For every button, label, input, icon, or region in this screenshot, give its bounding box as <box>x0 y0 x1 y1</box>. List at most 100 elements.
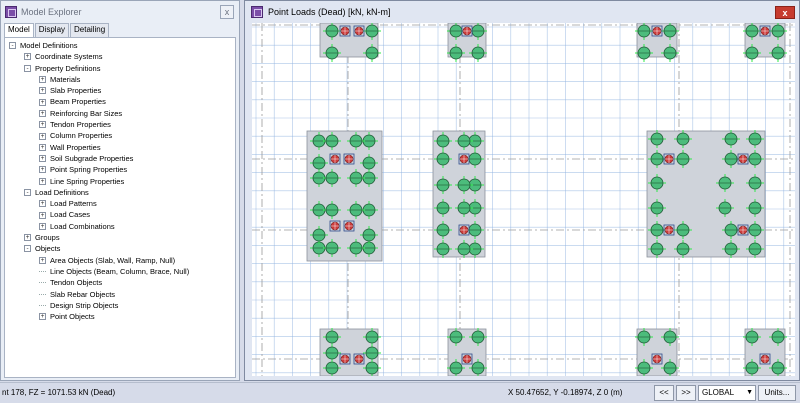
expand-icon[interactable]: + <box>24 53 31 61</box>
tree-node[interactable]: Slab Rebar Objects <box>5 289 235 300</box>
tree-node-label: Design Strip Objects <box>50 300 119 310</box>
expand-icon[interactable]: + <box>39 200 46 208</box>
viewer-titlebar[interactable]: Point Loads (Dead) [kN, kN-m] x <box>245 1 799 23</box>
expand-icon[interactable]: + <box>39 87 46 95</box>
tree-node-label: Coordinate Systems <box>35 52 103 62</box>
tree-node[interactable]: - Model Definitions <box>5 40 235 51</box>
explorer-titlebar[interactable]: Model Explorer x <box>1 1 239 23</box>
tree-node-label: Line Spring Properties <box>50 176 125 186</box>
tree-node[interactable]: + Coordinate Systems <box>5 51 235 62</box>
tree-node[interactable]: + Area Objects (Slab, Wall, Ramp, Null) <box>5 255 235 266</box>
coord-system-value: GLOBAL <box>702 388 735 397</box>
expand-icon[interactable]: + <box>39 132 46 140</box>
status-selection-text: nt 178, FZ = 1071.53 kN (Dead) <box>2 388 116 397</box>
tree-node[interactable]: + Beam Properties <box>5 96 235 107</box>
tree-node-label: Tendon Properties <box>50 120 111 130</box>
tree-node[interactable]: + Load Combinations <box>5 221 235 232</box>
tree-node-label: Tendon Objects <box>50 278 103 288</box>
coord-system-select[interactable]: GLOBAL ▼ <box>698 385 756 401</box>
plan-view-canvas[interactable] <box>252 23 795 376</box>
tree-node-label: Reinforcing Bar Sizes <box>50 108 123 118</box>
cursor-coordinates: X 50.47652, Y -0.18974, Z 0 (m) <box>508 388 623 397</box>
tree-node[interactable]: + Column Properties <box>5 130 235 141</box>
model-explorer-panel: Model Explorer x Model Display Detailing… <box>0 0 240 381</box>
tree-node-label: Slab Properties <box>50 86 102 96</box>
tree-node[interactable]: - Property Definitions <box>5 63 235 74</box>
tree-node-label: Point Spring Properties <box>50 165 128 175</box>
tree-node-label: Slab Rebar Objects <box>50 289 116 299</box>
model-tree: - Model Definitions + Coordinate Systems - Pr… <box>4 37 236 378</box>
tree-node[interactable]: - Objects <box>5 243 235 254</box>
tree-node[interactable]: + Tendon Properties <box>5 119 235 130</box>
tree-node[interactable]: + Point Objects <box>5 311 235 322</box>
tree-node-label: Line Objects (Beam, Column, Brace, Null) <box>50 266 190 276</box>
tree-node[interactable]: + Line Spring Properties <box>5 176 235 187</box>
tab-model[interactable]: Model <box>4 23 34 37</box>
plan-view-drawing[interactable] <box>252 23 795 376</box>
tree-node[interactable]: + Groups <box>5 232 235 243</box>
expand-icon[interactable]: + <box>39 211 46 219</box>
expand-icon[interactable]: + <box>39 166 46 174</box>
tree-node-label: Load Patterns <box>50 199 97 209</box>
tree-node[interactable]: + Slab Properties <box>5 85 235 96</box>
explorer-tabs: Model Display Detailing <box>1 23 239 37</box>
explorer-close-button[interactable]: x <box>220 5 234 19</box>
explorer-title: Model Explorer <box>21 7 82 17</box>
collapse-icon[interactable]: - <box>9 42 16 50</box>
app-icon <box>251 6 263 18</box>
expand-icon[interactable]: + <box>24 234 31 242</box>
tree-node-label: Property Definitions <box>35 63 101 73</box>
tree-node-label: Groups <box>35 233 60 243</box>
tree-node[interactable]: + Materials <box>5 74 235 85</box>
expand-icon[interactable]: + <box>39 143 46 151</box>
viewer-close-button[interactable]: x <box>775 5 795 19</box>
pile-cap <box>432 130 486 258</box>
tree-node[interactable]: + Soil Subgrade Properties <box>5 153 235 164</box>
expand-icon[interactable]: + <box>39 313 46 321</box>
expand-icon[interactable]: + <box>39 155 46 163</box>
tab-detailing[interactable]: Detailing <box>70 23 110 37</box>
tree-node[interactable]: Line Objects (Beam, Column, Brace, Null) <box>5 266 235 277</box>
tree-node[interactable]: + Reinforcing Bar Sizes <box>5 108 235 119</box>
tree-node[interactable]: Tendon Objects <box>5 277 235 288</box>
pile-cap <box>306 130 383 262</box>
collapse-icon[interactable]: - <box>24 245 31 253</box>
expand-icon[interactable]: + <box>39 109 46 117</box>
tree-node-label: Objects <box>35 244 61 254</box>
app-icon <box>5 6 17 18</box>
tree-node[interactable]: + Load Patterns <box>5 198 235 209</box>
tree-node-label: Wall Properties <box>50 142 101 152</box>
status-bar: nt 178, FZ = 1071.53 kN (Dead) X 50.4765… <box>0 382 800 403</box>
pile-cap <box>646 130 766 258</box>
tree-node[interactable]: Design Strip Objects <box>5 300 235 311</box>
tree-node[interactable]: + Point Spring Properties <box>5 164 235 175</box>
tree-node-label: Model Definitions <box>20 41 78 50</box>
tree-node-label: Area Objects (Slab, Wall, Ramp, Null) <box>50 255 176 265</box>
tree-connector <box>39 282 46 284</box>
tree-node-label: Load Definitions <box>35 187 89 197</box>
collapse-icon[interactable]: - <box>24 64 31 72</box>
tree-node-label: Beam Properties <box>50 97 106 107</box>
units-button[interactable]: Units... <box>758 385 796 401</box>
expand-icon[interactable]: + <box>39 222 46 230</box>
tree-connector <box>39 304 46 306</box>
tree-node[interactable]: + Wall Properties <box>5 142 235 153</box>
tree-node-label: Materials <box>50 74 81 84</box>
expand-icon[interactable]: + <box>39 76 46 84</box>
expand-icon[interactable]: + <box>39 98 46 106</box>
expand-icon[interactable]: + <box>39 121 46 129</box>
next-button[interactable]: >> <box>676 385 696 401</box>
tree-node-label: Load Combinations <box>50 221 115 231</box>
expand-icon[interactable]: + <box>39 256 46 264</box>
tree-connector <box>39 271 46 273</box>
viewer-title: Point Loads (Dead) [kN, kN-m] <box>268 7 391 17</box>
tree-node[interactable]: + Load Cases <box>5 209 235 220</box>
tree-node-label: Load Cases <box>50 210 91 220</box>
tab-display[interactable]: Display <box>34 23 70 37</box>
point-loads-window: Point Loads (Dead) [kN, kN-m] x <box>244 0 800 381</box>
previous-button[interactable]: << <box>654 385 674 401</box>
tree-node[interactable]: - Load Definitions <box>5 187 235 198</box>
expand-icon[interactable]: + <box>39 177 46 185</box>
tree-node-label: Column Properties <box>50 131 113 141</box>
collapse-icon[interactable]: - <box>24 189 31 196</box>
